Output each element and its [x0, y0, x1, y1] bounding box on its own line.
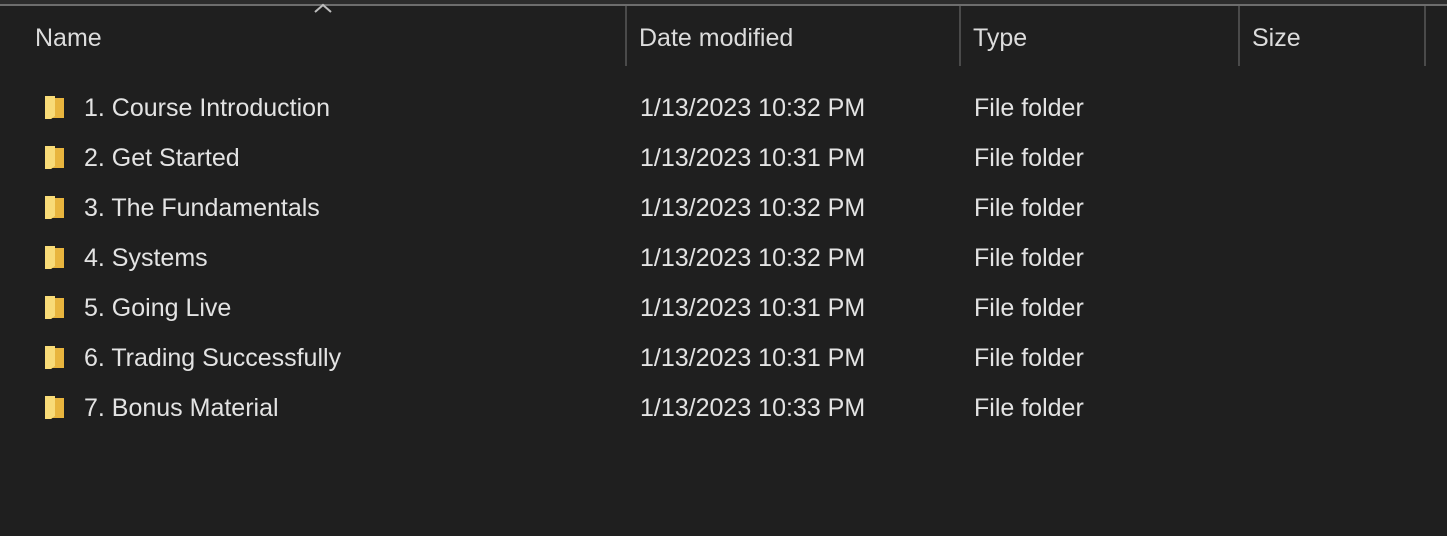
- file-name: 4. Systems: [84, 244, 208, 272]
- file-name: 6. Trading Successfully: [84, 344, 342, 372]
- column-header-name[interactable]: Name: [23, 6, 626, 66]
- file-date-modified: 1/13/2023 10:32 PM: [640, 244, 866, 272]
- file-date-modified: 1/13/2023 10:31 PM: [640, 294, 866, 322]
- file-type: File folder: [974, 194, 1084, 222]
- file-name: 3. The Fundamentals: [84, 194, 320, 222]
- file-type: File folder: [974, 394, 1084, 422]
- column-header-date-modified[interactable]: Date modified: [627, 6, 960, 66]
- column-header-size[interactable]: Size: [1240, 6, 1425, 66]
- column-resize-handle-size[interactable]: [1424, 6, 1426, 66]
- file-type: File folder: [974, 344, 1084, 372]
- file-row[interactable]: 1. Course Introduction 1/13/2023 10:32 P…: [0, 83, 1447, 133]
- file-name: 7. Bonus Material: [84, 394, 279, 422]
- file-row[interactable]: 2. Get Started 1/13/2023 10:31 PM File f…: [0, 133, 1447, 183]
- file-type: File folder: [974, 244, 1084, 272]
- column-header-type[interactable]: Type: [961, 6, 1239, 66]
- file-name: 2. Get Started: [84, 144, 240, 172]
- file-type: File folder: [974, 294, 1084, 322]
- folder-icon: [42, 244, 68, 272]
- folder-icon: [42, 344, 68, 372]
- folder-icon: [42, 94, 68, 122]
- file-row[interactable]: 6. Trading Successfully 1/13/2023 10:31 …: [0, 333, 1447, 383]
- column-header-row: Name Date modified Type Size: [0, 3, 1447, 66]
- file-date-modified: 1/13/2023 10:31 PM: [640, 144, 866, 172]
- file-date-modified: 1/13/2023 10:32 PM: [640, 94, 866, 122]
- file-date-modified: 1/13/2023 10:32 PM: [640, 194, 866, 222]
- folder-icon: [42, 394, 68, 422]
- file-row[interactable]: 5. Going Live 1/13/2023 10:31 PM File fo…: [0, 283, 1447, 333]
- folder-icon: [42, 294, 68, 322]
- file-date-modified: 1/13/2023 10:33 PM: [640, 394, 866, 422]
- file-name: 5. Going Live: [84, 294, 232, 322]
- file-type: File folder: [974, 144, 1084, 172]
- folder-icon: [42, 194, 68, 222]
- file-row[interactable]: 3. The Fundamentals 1/13/2023 10:32 PM F…: [0, 183, 1447, 233]
- folder-icon: [42, 144, 68, 172]
- file-row[interactable]: 4. Systems 1/13/2023 10:32 PM File folde…: [0, 233, 1447, 283]
- file-type: File folder: [974, 94, 1084, 122]
- file-date-modified: 1/13/2023 10:31 PM: [640, 344, 866, 372]
- file-name: 1. Course Introduction: [84, 94, 330, 122]
- file-row[interactable]: 7. Bonus Material 1/13/2023 10:33 PM Fil…: [0, 383, 1447, 433]
